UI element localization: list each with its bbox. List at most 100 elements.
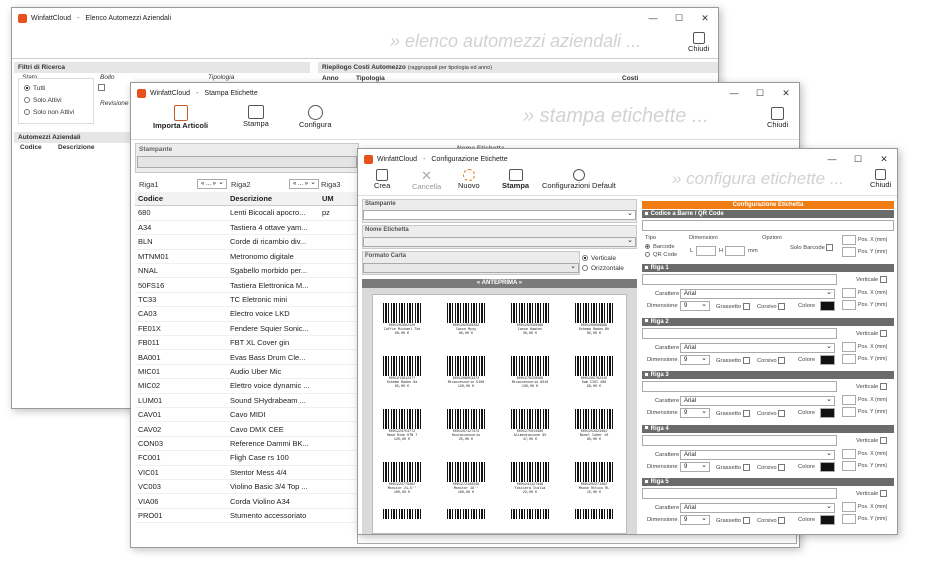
radio-tutti[interactable]: Tutti xyxy=(24,85,45,92)
posx-input[interactable] xyxy=(842,341,856,352)
table-row[interactable]: TC33 TC Eletronic mini xyxy=(135,292,359,308)
riga-header[interactable]: Riga 2 xyxy=(642,317,894,326)
size-select[interactable]: 9 xyxy=(680,514,710,525)
riga-text-input[interactable] xyxy=(642,488,837,499)
corsivo-checkbox[interactable]: Corsivo xyxy=(757,410,786,417)
posx-input[interactable] xyxy=(842,235,856,245)
radio-verticale[interactable]: Verticale xyxy=(582,255,616,262)
codice-barre-input[interactable] xyxy=(642,220,894,231)
riga-text-input[interactable] xyxy=(642,327,837,339)
table-row[interactable]: MTNM01 Metronomo digitale xyxy=(135,249,359,265)
size-select[interactable]: 9 xyxy=(680,461,710,472)
close-icon[interactable]: ✕ xyxy=(692,8,718,28)
verticale-checkbox[interactable]: Verticale xyxy=(856,276,887,283)
riga-text-input[interactable] xyxy=(642,434,837,446)
table-row[interactable]: FC001 Fligh Case rs 100 xyxy=(135,450,359,466)
importa-articoli-button[interactable]: Importa Articoli xyxy=(153,105,208,130)
configurazioni-default-button[interactable]: Configurazioni Default xyxy=(542,169,616,190)
size-select[interactable]: 9 xyxy=(680,407,710,418)
table-row[interactable]: A34 Tastiera 4 ottave yam... xyxy=(135,220,359,236)
riga-header[interactable]: Riga 5 xyxy=(642,478,894,486)
riga1-nav[interactable]: « ... » xyxy=(197,178,227,189)
chiudi-button[interactable]: Chiudi xyxy=(767,107,788,129)
stampante-select[interactable] xyxy=(363,209,636,220)
posy-input[interactable] xyxy=(842,300,856,310)
table-row[interactable]: CON03 Reference Dammi BK... xyxy=(135,436,359,452)
font-select[interactable]: Arial xyxy=(680,449,835,460)
riga-header[interactable]: Riga 1 xyxy=(642,264,894,272)
minimize-icon[interactable]: — xyxy=(640,8,666,28)
posx-input[interactable] xyxy=(842,288,856,298)
maximize-icon[interactable]: ☐ xyxy=(747,83,773,103)
color-swatch[interactable] xyxy=(820,354,835,365)
codice-barre-header[interactable]: Codice a Barre / QR Code xyxy=(642,210,894,218)
formato-carta-select[interactable] xyxy=(363,262,579,273)
color-swatch[interactable] xyxy=(820,515,835,525)
grassetto-checkbox[interactable]: Grassetto xyxy=(716,356,750,364)
radio-solo-attivi[interactable]: Solo Attivi xyxy=(24,97,62,104)
table-row[interactable]: 50FS16 Tastiera Elettronica M... xyxy=(135,277,359,293)
verticale-checkbox[interactable]: Verticale xyxy=(856,383,887,390)
configura-button[interactable]: Configura xyxy=(299,105,332,129)
verticale-checkbox[interactable]: Verticale xyxy=(856,436,887,444)
table-row[interactable]: VIC01 Stentor Mess 4/4 xyxy=(135,465,359,480)
posx-input[interactable] xyxy=(842,502,856,512)
riga-text-input[interactable] xyxy=(642,274,837,285)
table-row[interactable]: PRO01 Stumento accessoriato xyxy=(135,508,359,524)
table-row[interactable]: CAV02 Cavo DMX CEE xyxy=(135,421,359,437)
riga2-nav[interactable]: « ... » xyxy=(289,178,319,189)
corsivo-checkbox[interactable]: Corsivo xyxy=(757,303,786,310)
size-select[interactable]: 9 xyxy=(680,300,710,311)
table-row[interactable]: FE01X Fendere Squier Sonic... xyxy=(135,321,359,337)
radio-qrcode[interactable]: QR Code xyxy=(645,252,677,258)
col-um[interactable]: UM xyxy=(319,192,359,205)
minimize-icon[interactable]: — xyxy=(819,149,845,169)
bollo-checkbox[interactable] xyxy=(98,84,105,91)
corsivo-checkbox[interactable]: Corsivo xyxy=(757,463,786,471)
posx-input[interactable] xyxy=(842,448,856,459)
table-row[interactable]: FB011 FBT XL Cover gin xyxy=(135,335,359,351)
table-row[interactable]: MIC01 Audio Uber Mic xyxy=(135,364,359,380)
radio-solo-non-attivi[interactable]: Solo non Attivi xyxy=(24,109,74,116)
table-row[interactable]: VIA06 Corda Violino A34 xyxy=(135,493,359,509)
stampa-button[interactable]: Stampa xyxy=(502,169,529,190)
solo-barcode-checkbox[interactable]: Solo Barcode xyxy=(790,244,834,251)
posx-input[interactable] xyxy=(842,395,856,405)
close-icon[interactable]: ✕ xyxy=(871,149,897,169)
posy-input[interactable] xyxy=(842,460,856,471)
table-row[interactable]: VC003 Violino Basic 3/4 Top ... xyxy=(135,479,359,495)
table-row[interactable]: MIC02 Elettro voice dynamic ... xyxy=(135,378,359,394)
stampa-button[interactable]: Stampa xyxy=(243,105,269,128)
nuovo-button[interactable]: Nuovo xyxy=(458,169,480,190)
verticale-checkbox[interactable]: Verticale xyxy=(856,329,887,337)
riga-header[interactable]: Riga 3 xyxy=(642,371,894,379)
title-bar[interactable]: WinfattCloud - Stampa Etichette — ☐ ✕ xyxy=(131,83,799,103)
corsivo-checkbox[interactable]: Corsivo xyxy=(757,356,786,364)
col-descrizione[interactable]: Descrizione xyxy=(227,192,319,205)
color-swatch[interactable] xyxy=(820,461,835,472)
grassetto-checkbox[interactable]: Grassetto xyxy=(716,463,750,471)
stampante-select[interactable] xyxy=(137,156,357,168)
maximize-icon[interactable]: ☐ xyxy=(666,8,692,28)
table-row[interactable]: CAV01 Cavo MIDI xyxy=(135,407,359,423)
color-swatch[interactable] xyxy=(820,408,835,418)
maximize-icon[interactable]: ☐ xyxy=(845,149,871,169)
minimize-icon[interactable]: — xyxy=(721,83,747,103)
grassetto-checkbox[interactable]: Grassetto xyxy=(716,303,750,310)
grassetto-checkbox[interactable]: Grassetto xyxy=(716,410,750,417)
font-select[interactable]: Arial xyxy=(680,288,835,299)
font-select[interactable]: Arial xyxy=(680,342,835,353)
corsivo-checkbox[interactable]: Corsivo xyxy=(757,517,786,524)
verticale-checkbox[interactable]: Verticale xyxy=(856,490,887,497)
radio-orizzontale[interactable]: Orizzontale xyxy=(582,265,624,272)
title-bar[interactable]: WinfattCloud - Elenco Automezzi Aziendal… xyxy=(12,8,718,28)
chiudi-button[interactable]: Chiudi xyxy=(870,169,891,189)
table-row[interactable]: 680 Lenti Bicocali apocro... pz xyxy=(135,206,359,221)
grassetto-checkbox[interactable]: Grassetto xyxy=(716,517,750,524)
radio-barcode[interactable]: Barcode xyxy=(645,244,675,250)
posy-input[interactable] xyxy=(842,247,856,257)
table-row[interactable]: BA001 Evas Bass Drum Cle... xyxy=(135,349,359,365)
col-codice[interactable]: Codice xyxy=(135,192,227,205)
posy-input[interactable] xyxy=(842,407,856,417)
chiudi-button[interactable]: Chiudi xyxy=(688,32,709,53)
